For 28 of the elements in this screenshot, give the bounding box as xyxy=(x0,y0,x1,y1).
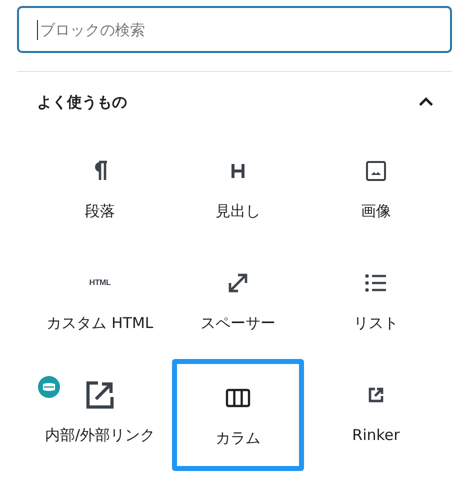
block-label: カスタム HTML xyxy=(46,312,154,334)
image-icon xyxy=(365,160,387,182)
block-label: Rinker xyxy=(352,424,400,446)
block-label: 画像 xyxy=(361,200,391,222)
block-label: カラム xyxy=(216,428,260,449)
block-item[interactable]: HTML カスタム HTML xyxy=(31,244,169,356)
block-item[interactable]: Rinker xyxy=(307,356,445,468)
block-label: 内部/外部リンク xyxy=(44,424,156,446)
html-icon: HTML xyxy=(89,276,111,289)
heading-icon xyxy=(231,162,245,179)
external-link-icon xyxy=(367,386,385,404)
search-field[interactable]: ブロックの検索 xyxy=(17,6,452,53)
block-label: リスト xyxy=(354,312,398,334)
list-icon xyxy=(364,272,388,293)
block-item[interactable]: 見出し xyxy=(169,132,307,244)
external-link-icon xyxy=(85,380,115,410)
block-label: 見出し xyxy=(216,200,260,222)
block-item[interactable]: 内部/外部リンク xyxy=(31,356,169,468)
block-label: スペーサー xyxy=(200,312,276,334)
block-item[interactable]: カラム xyxy=(172,359,304,471)
columns-icon xyxy=(225,388,251,408)
block-item[interactable]: 画像 xyxy=(307,132,445,244)
block-label: 段落 xyxy=(85,200,115,222)
chevron-up-icon[interactable] xyxy=(418,97,434,107)
section-title: よく使うもの xyxy=(37,92,127,113)
block-item[interactable]: リスト xyxy=(307,244,445,356)
block-item[interactable]: 段落 xyxy=(31,132,169,244)
block-item[interactable]: スペーサー xyxy=(169,244,307,356)
